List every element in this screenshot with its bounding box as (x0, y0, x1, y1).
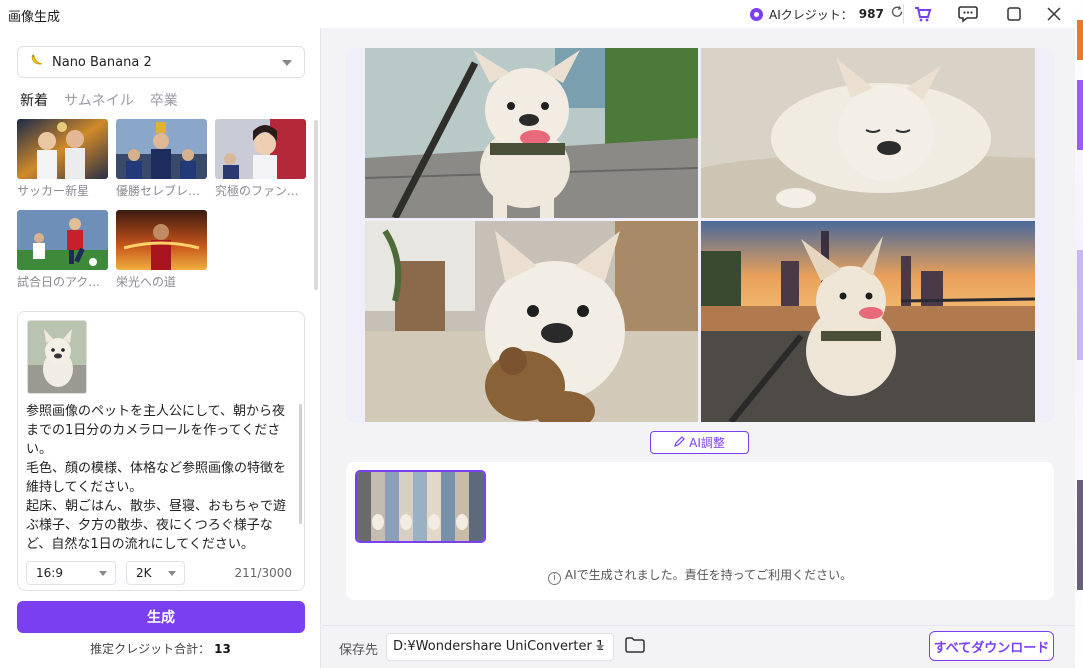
aspect-ratio-value: 16:9 (36, 566, 63, 580)
chat-icon[interactable] (956, 2, 980, 26)
background-window-edge (1075, 0, 1083, 668)
photo-walk-morning (365, 48, 698, 218)
credit-value: 987 (858, 7, 884, 21)
prompt-box: 参照画像のペットを主人公にして、朝から夜までの1日分のカメラロールを作ってくださ… (17, 311, 305, 591)
char-count: 211/3000 (234, 566, 293, 580)
aspect-ratio-select[interactable]: 16:9 (26, 561, 116, 585)
estimated-credit: 推定クレジット合計： 13 (0, 640, 321, 657)
chevron-down-icon (168, 571, 176, 576)
template-label: サッカー新星 (17, 184, 90, 198)
photo-nap (701, 48, 1035, 218)
template-thumbnail (116, 210, 207, 270)
prompt-textarea[interactable]: 参照画像のペットを主人公にして、朝から夜までの1日分のカメラロールを作ってくださ… (26, 402, 294, 554)
chevron-down-icon (596, 645, 604, 650)
template-scrollbar[interactable] (314, 120, 318, 290)
info-icon: i (547, 572, 561, 585)
chevron-down-icon (99, 571, 107, 576)
template-thumbnail (116, 119, 207, 179)
template-card[interactable]: 究極のファン... (215, 119, 306, 199)
app-title: 画像生成 (8, 10, 61, 25)
tab-graduation[interactable]: 卒業 (150, 90, 178, 110)
titlebar-separator (903, 4, 904, 24)
template-card[interactable]: サッカー新星 (17, 119, 108, 199)
resolution-value: 2K (136, 566, 152, 580)
credit-icon (750, 7, 763, 21)
prompt-text: 参照画像のペットを主人公にして、朝から夜までの1日分のカメラロールを作ってくださ… (26, 404, 287, 552)
model-name: Nano Banana 2 (52, 54, 152, 70)
ai-credit: AIクレジット： 987 (750, 5, 904, 23)
cart-icon[interactable] (911, 2, 935, 26)
photo-play-toy (365, 221, 698, 422)
estimated-credit-label: 推定クレジット合計： (90, 642, 211, 656)
pencil-icon (674, 435, 685, 450)
ai-adjust-label: AI調整 (689, 436, 725, 450)
save-path-value: D:¥Wondershare UniConverter 1 (393, 639, 605, 654)
credit-label: AIクレジット： (769, 7, 853, 22)
template-card[interactable]: 栄光への道 (116, 210, 207, 290)
result-image[interactable] (365, 48, 1035, 422)
folder-icon[interactable] (625, 637, 645, 657)
template-thumbnail (17, 119, 108, 179)
template-thumbnail (215, 119, 306, 179)
refresh-icon[interactable] (890, 5, 904, 23)
photo-sunset-walk (701, 221, 1035, 422)
title-bar: 画像生成 AIクレジット： 987 (0, 0, 1075, 28)
prompt-scrollbar[interactable] (299, 404, 302, 524)
template-label: 優勝セレブレー... (116, 184, 211, 198)
template-label: 試合日のアク... (17, 275, 100, 289)
tab-thumbnail[interactable]: サムネイル (64, 90, 134, 110)
template-card[interactable]: 試合日のアク... (17, 210, 108, 290)
model-select[interactable]: Nano Banana 2 (17, 46, 305, 78)
ai-notice-text: AIで生成されました。責任を持ってご利用ください。 (564, 568, 853, 582)
left-panel: Nano Banana 2 新着 サムネイル 卒業 サッカー新星 優勝セレブレー… (0, 28, 321, 668)
history-panel: i AIで生成されました。責任を持ってご利用ください。 (346, 462, 1054, 600)
ai-adjust-button[interactable]: AI調整 (650, 431, 749, 454)
close-icon[interactable] (1042, 2, 1066, 26)
maximize-icon[interactable] (1002, 2, 1026, 26)
template-card[interactable]: 優勝セレブレー... (116, 119, 211, 199)
estimated-credit-value: 13 (214, 642, 231, 656)
generate-button[interactable]: 生成 (17, 601, 305, 633)
resolution-select[interactable]: 2K (126, 561, 185, 585)
download-all-button[interactable]: すべてダウンロード (929, 631, 1054, 661)
chevron-down-icon (282, 60, 292, 66)
reference-image[interactable] (27, 320, 87, 394)
template-tabs: 新着 サムネイル 卒業 (20, 90, 178, 110)
save-path-select[interactable]: D:¥Wondershare UniConverter 1 (386, 633, 614, 661)
save-location-label: 保存先 (339, 643, 379, 658)
template-thumbnail (17, 210, 108, 270)
bottom-bar: 保存先 D:¥Wondershare UniConverter 1 すべてダウン… (322, 625, 1075, 668)
ai-notice: i AIで生成されました。責任を持ってご利用ください。 (346, 566, 1054, 585)
tab-new[interactable]: 新着 (20, 90, 48, 110)
template-label: 栄光への道 (116, 275, 177, 289)
history-thumbnail[interactable] (355, 470, 486, 543)
template-label: 究極のファン... (215, 184, 299, 198)
banana-icon (30, 53, 44, 71)
